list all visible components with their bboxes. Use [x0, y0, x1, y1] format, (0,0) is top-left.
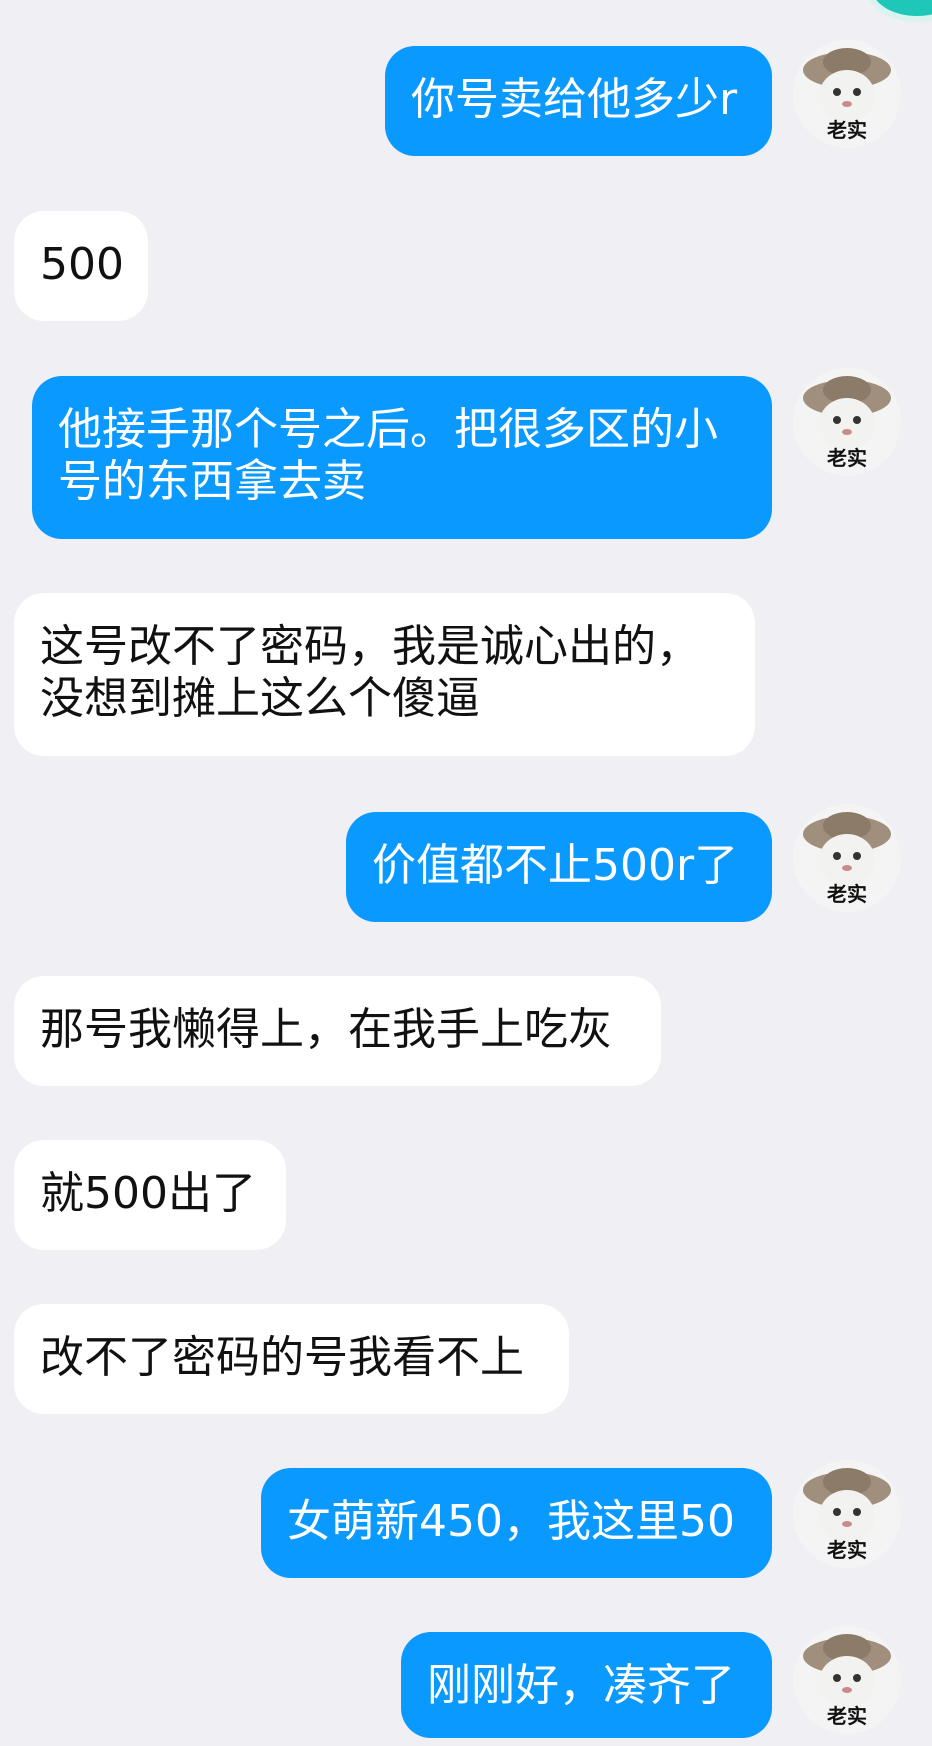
message-text: 改不了密码的号我看不上: [40, 1332, 524, 1383]
message-text: 价值都不止500r了: [372, 840, 739, 891]
message-text: 那号我懒得上，在我手上吃灰: [40, 1004, 612, 1055]
message-text: 刚刚好，凑齐了: [427, 1660, 735, 1711]
avatar[interactable]: 老实: [793, 1626, 901, 1734]
outgoing-message-bubble[interactable]: 你号卖给他多少r: [385, 46, 772, 156]
message-text: 就500出了: [40, 1168, 256, 1219]
message-text-line: 这号改不了密码，我是诚心出的，: [40, 621, 700, 672]
incoming-message-bubble[interactable]: 改不了密码的号我看不上: [14, 1304, 569, 1414]
message-text-line: 没想到摊上这么个傻逼: [40, 673, 480, 724]
message-text-line: 号的东西拿去卖: [58, 456, 366, 507]
avatar-label: 老实: [827, 1538, 867, 1562]
incoming-message-bubble[interactable]: 500: [14, 211, 148, 321]
corner-decoration: [872, 0, 932, 16]
incoming-message-bubble[interactable]: 就500出了: [14, 1140, 286, 1250]
avatar[interactable]: 老实: [793, 368, 901, 476]
avatar-label: 老实: [827, 1704, 867, 1728]
avatar-label: 老实: [827, 446, 867, 470]
message-text: 你号卖给他多少r: [411, 74, 738, 125]
outgoing-message-bubble[interactable]: 女萌新450，我这里50: [261, 1468, 772, 1578]
avatar-label: 老实: [827, 882, 867, 906]
message-text: 500: [40, 239, 124, 290]
message-text-line: 他接手那个号之后。把很多区的小: [58, 404, 718, 455]
avatar-label: 老实: [827, 118, 867, 142]
incoming-message-bubble[interactable]: 这号改不了密码，我是诚心出的， 没想到摊上这么个傻逼: [14, 593, 755, 756]
outgoing-message-bubble[interactable]: 刚刚好，凑齐了: [401, 1632, 772, 1738]
outgoing-message-bubble[interactable]: 他接手那个号之后。把很多区的小 号的东西拿去卖: [32, 376, 772, 539]
avatar[interactable]: 老实: [793, 1460, 901, 1568]
avatar[interactable]: 老实: [793, 804, 901, 912]
message-text: 女萌新450，我这里50: [287, 1496, 735, 1547]
incoming-message-bubble[interactable]: 那号我懒得上，在我手上吃灰: [14, 976, 661, 1086]
outgoing-message-bubble[interactable]: 价值都不止500r了: [346, 812, 772, 922]
avatar[interactable]: 老实: [793, 40, 901, 148]
